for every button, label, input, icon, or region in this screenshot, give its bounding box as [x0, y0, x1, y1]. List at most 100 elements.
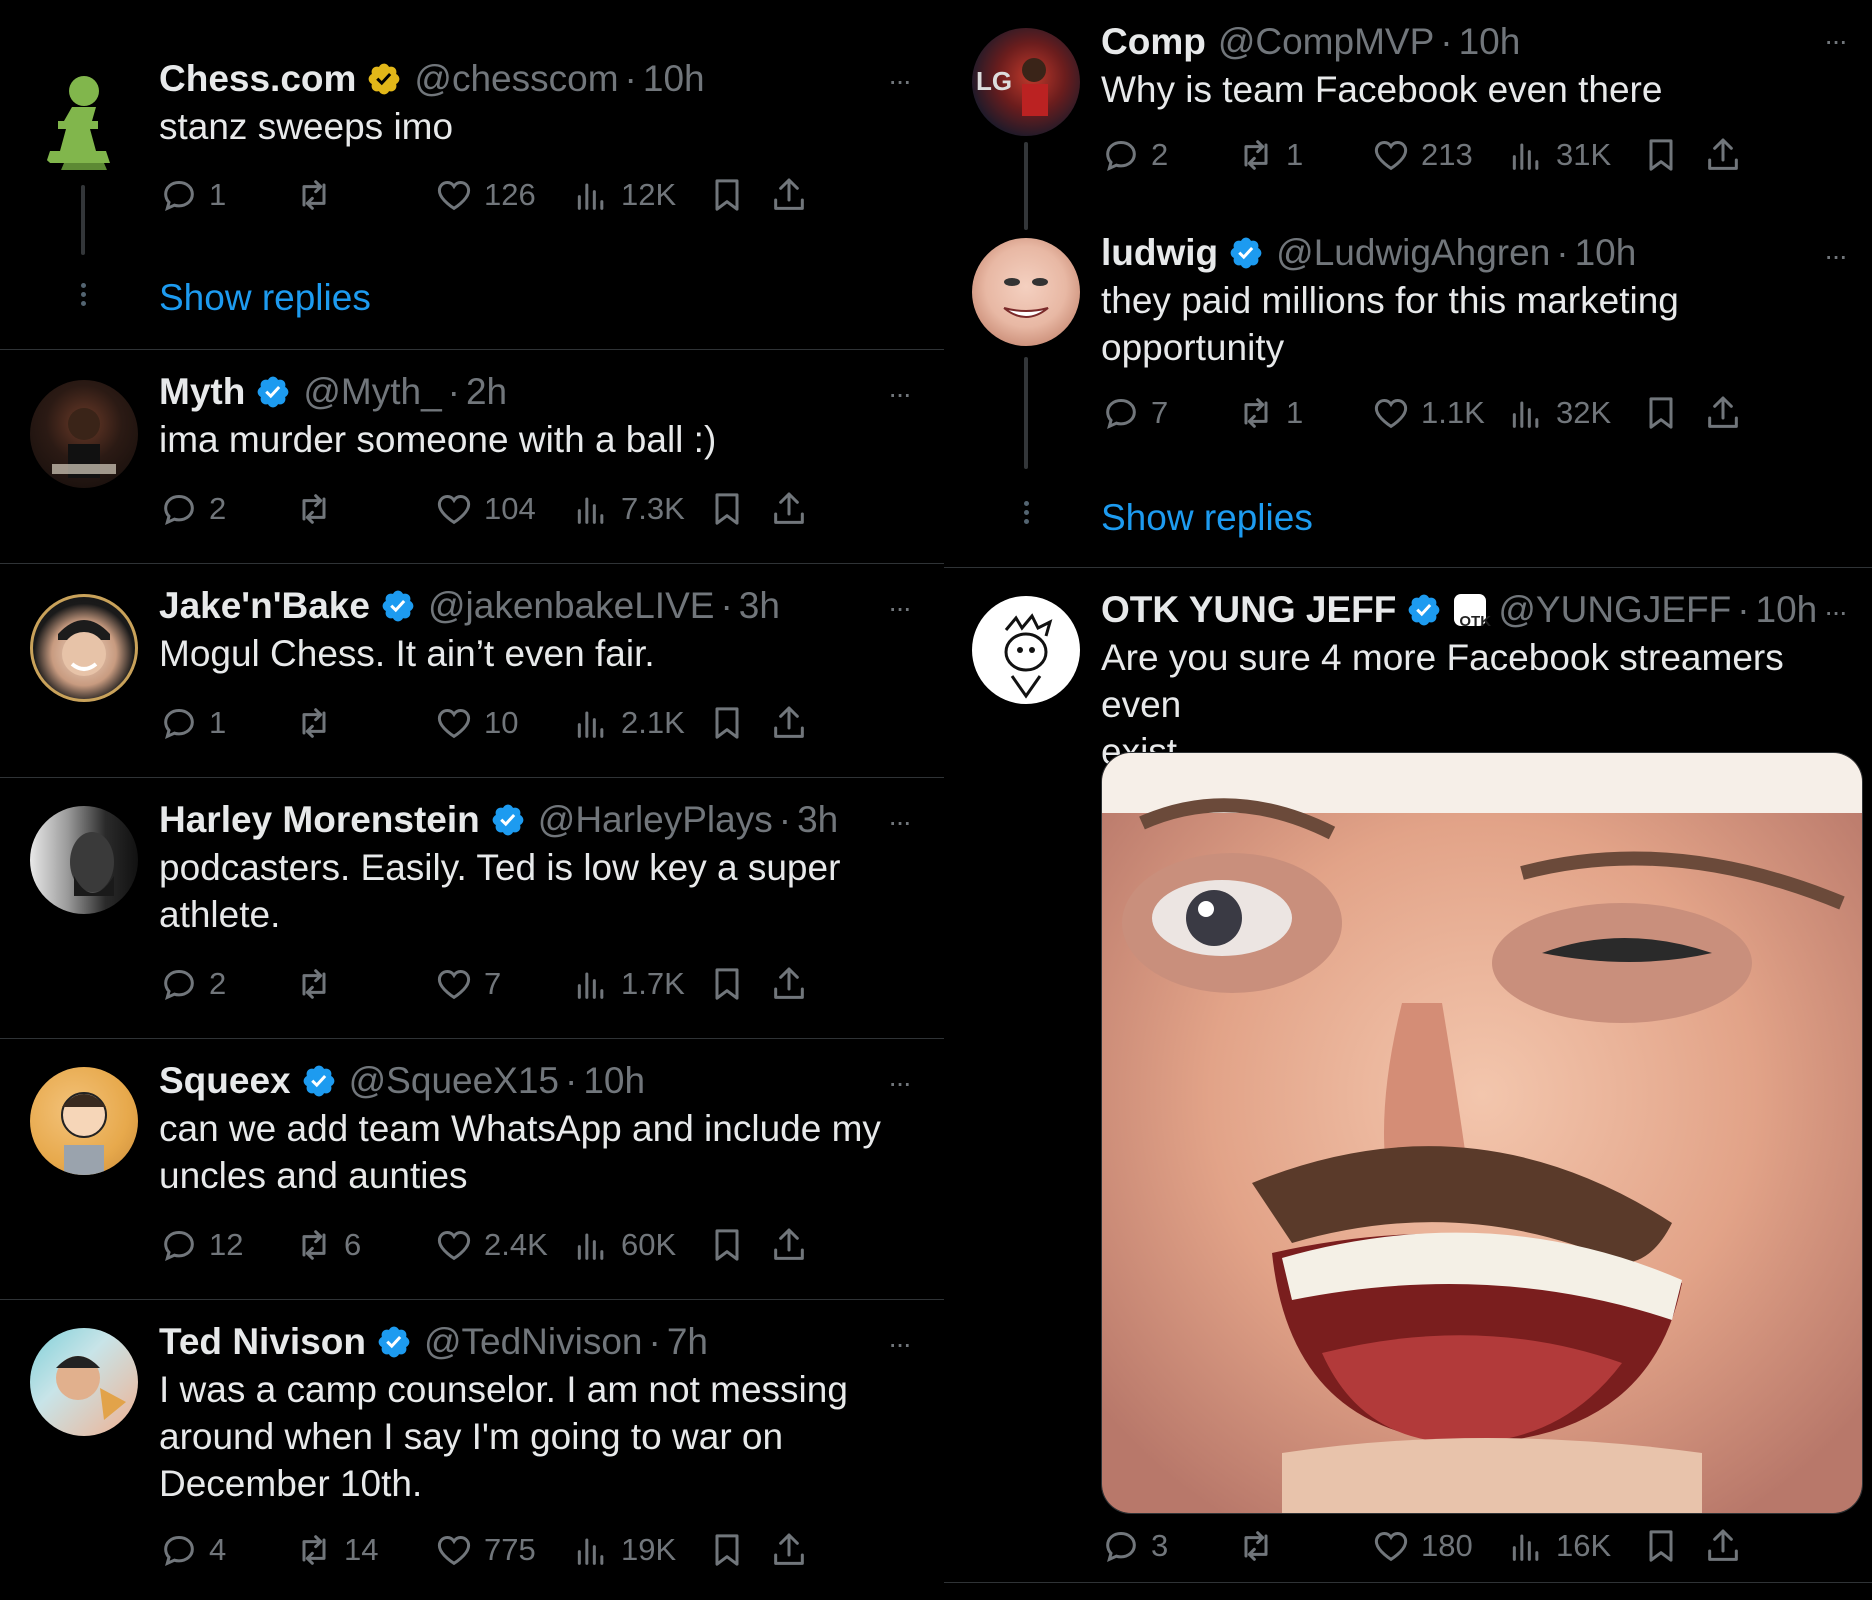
share-icon-button[interactable] — [769, 171, 809, 219]
views-icon-button[interactable]: 2.1K — [571, 699, 685, 747]
retweet-icon-button[interactable]: 1 — [1236, 131, 1303, 179]
tweet-time[interactable]: 10h — [1575, 231, 1637, 275]
reply-icon-button[interactable]: 2 — [159, 485, 226, 533]
tweet-time[interactable]: 7h — [667, 1320, 708, 1364]
bookmark-icon-button[interactable] — [707, 699, 747, 747]
show-replies-link[interactable]: Show replies — [1101, 497, 1313, 539]
more-icon[interactable]: ··· — [888, 1067, 912, 1099]
like-icon-button[interactable]: 2.4K — [434, 1221, 548, 1269]
reply-icon-button[interactable]: 4 — [159, 1526, 226, 1574]
views-icon-button[interactable]: 7.3K — [571, 485, 685, 533]
reply-icon-button[interactable]: 1 — [159, 171, 226, 219]
author-handle[interactable]: @LudwigAhgren — [1276, 231, 1550, 275]
author-name[interactable]: OTK YUNG JEFF — [1101, 588, 1396, 632]
like-icon-button[interactable]: 126 — [434, 171, 536, 219]
tweet-ludwig[interactable]: ludwig @LudwigAhgren · 10h they paid mil… — [944, 225, 1872, 568]
like-icon-button[interactable]: 10 — [434, 699, 518, 747]
tweet-ted[interactable]: Ted Nivison @TedNivison · 7h I was a cam… — [0, 1300, 944, 1600]
tweet-chesscom[interactable]: Chess.com @chesscom · 10h stanz sweeps i… — [0, 35, 944, 350]
avatar-chesscom[interactable] — [30, 67, 138, 175]
like-icon-button[interactable]: 180 — [1371, 1522, 1473, 1570]
tweet-time[interactable]: 10h — [583, 1059, 645, 1103]
views-icon-button[interactable]: 1.7K — [571, 960, 685, 1008]
more-icon[interactable]: ··· — [1824, 596, 1848, 628]
retweet-icon-button[interactable]: 14 — [294, 1526, 378, 1574]
more-icon[interactable]: ··· — [1824, 25, 1848, 57]
share-icon-button[interactable] — [769, 699, 809, 747]
bookmark-icon-button[interactable] — [707, 171, 747, 219]
tweet-time[interactable]: 3h — [739, 584, 780, 628]
retweet-icon-button[interactable] — [294, 485, 344, 533]
more-icon[interactable]: ··· — [888, 806, 912, 838]
reply-icon-button[interactable]: 1 — [159, 699, 226, 747]
retweet-icon-button[interactable] — [294, 171, 344, 219]
retweet-icon-button[interactable] — [294, 960, 344, 1008]
tweet-harley[interactable]: Harley Morenstein @HarleyPlays · 3h podc… — [0, 778, 944, 1039]
retweet-icon-button[interactable]: 1 — [1236, 389, 1303, 437]
share-icon-button[interactable] — [769, 1526, 809, 1574]
reply-icon-button[interactable]: 12 — [159, 1221, 243, 1269]
views-icon-button[interactable]: 32K — [1506, 389, 1611, 437]
retweet-icon-button[interactable]: 6 — [294, 1221, 361, 1269]
views-icon-button[interactable]: 19K — [571, 1526, 676, 1574]
more-icon[interactable]: ··· — [888, 592, 912, 624]
reply-icon-button[interactable]: 2 — [1101, 131, 1168, 179]
avatar-yungjeff[interactable] — [972, 596, 1080, 704]
show-replies-link[interactable]: Show replies — [159, 277, 371, 319]
like-icon-button[interactable]: 7 — [434, 960, 501, 1008]
author-handle[interactable]: @HarleyPlays — [538, 798, 773, 842]
retweet-icon-button[interactable] — [1236, 1522, 1286, 1570]
like-icon-button[interactable]: 213 — [1371, 131, 1473, 179]
author-handle[interactable]: @jakenbakeLIVE — [428, 584, 714, 628]
author-name[interactable]: Comp — [1101, 20, 1206, 64]
avatar-myth[interactable] — [30, 380, 138, 488]
author-handle[interactable]: @Myth_ — [303, 370, 441, 414]
bookmark-icon-button[interactable] — [1641, 131, 1681, 179]
tweet-myth[interactable]: Myth @Myth_ · 2h ima murder someone with… — [0, 350, 944, 564]
avatar-comp[interactable]: LG — [972, 28, 1080, 136]
tweet-time[interactable]: 3h — [797, 798, 838, 842]
share-icon-button[interactable] — [769, 960, 809, 1008]
author-handle[interactable]: @YUNGJEFF — [1498, 588, 1731, 632]
avatar-ted[interactable] — [30, 1328, 138, 1436]
avatar-ludwig[interactable] — [972, 238, 1080, 346]
reply-icon-button[interactable]: 2 — [159, 960, 226, 1008]
author-name[interactable]: ludwig — [1101, 231, 1218, 275]
author-name[interactable]: Harley Morenstein — [159, 798, 480, 842]
more-icon[interactable]: ··· — [888, 1328, 912, 1360]
tweet-comp[interactable]: LG Comp @CompMVP · 10h Why is team Faceb… — [944, 0, 1872, 230]
author-handle[interactable]: @TedNivison — [424, 1320, 643, 1364]
tweet-squeex[interactable]: Squeex @SqueeX15 · 10h can we add team W… — [0, 1039, 944, 1300]
bookmark-icon-button[interactable] — [1641, 1522, 1681, 1570]
like-icon-button[interactable]: 1.1K — [1371, 389, 1485, 437]
share-icon-button[interactable] — [769, 485, 809, 533]
bookmark-icon-button[interactable] — [707, 1221, 747, 1269]
tweet-time[interactable]: 10h — [1756, 588, 1818, 632]
author-name[interactable]: Myth — [159, 370, 245, 414]
more-icon[interactable]: ··· — [888, 65, 912, 97]
author-handle[interactable]: @SqueeX15 — [349, 1059, 559, 1103]
share-icon-button[interactable] — [1703, 389, 1743, 437]
tweet-time[interactable]: 10h — [1459, 20, 1521, 64]
tweet-time[interactable]: 10h — [643, 57, 705, 101]
author-handle[interactable]: @CompMVP — [1218, 20, 1434, 64]
retweet-icon-button[interactable] — [294, 699, 344, 747]
bookmark-icon-button[interactable] — [1641, 389, 1681, 437]
reply-icon-button[interactable]: 3 — [1101, 1522, 1168, 1570]
share-icon-button[interactable] — [1703, 131, 1743, 179]
reply-icon-button[interactable]: 7 — [1101, 389, 1168, 437]
views-icon-button[interactable]: 16K — [1506, 1522, 1611, 1570]
tweet-jakenbake[interactable]: Jake'n'Bake @jakenbakeLIVE · 3h Mogul Ch… — [0, 564, 944, 778]
like-icon-button[interactable]: 104 — [434, 485, 536, 533]
bookmark-icon-button[interactable] — [707, 485, 747, 533]
author-name[interactable]: Chess.com — [159, 57, 356, 101]
author-name[interactable]: Ted Nivison — [159, 1320, 366, 1364]
tweet-yungjeff[interactable]: OTK YUNG JEFF OTK @YUNGJEFF · 10h Are yo… — [944, 568, 1872, 1583]
share-icon-button[interactable] — [1703, 1522, 1743, 1570]
like-icon-button[interactable]: 775 — [434, 1526, 536, 1574]
views-icon-button[interactable]: 31K — [1506, 131, 1611, 179]
views-icon-button[interactable]: 60K — [571, 1221, 676, 1269]
tweet-time[interactable]: 2h — [466, 370, 507, 414]
more-icon[interactable]: ··· — [888, 378, 912, 410]
avatar-harley[interactable] — [30, 806, 138, 914]
